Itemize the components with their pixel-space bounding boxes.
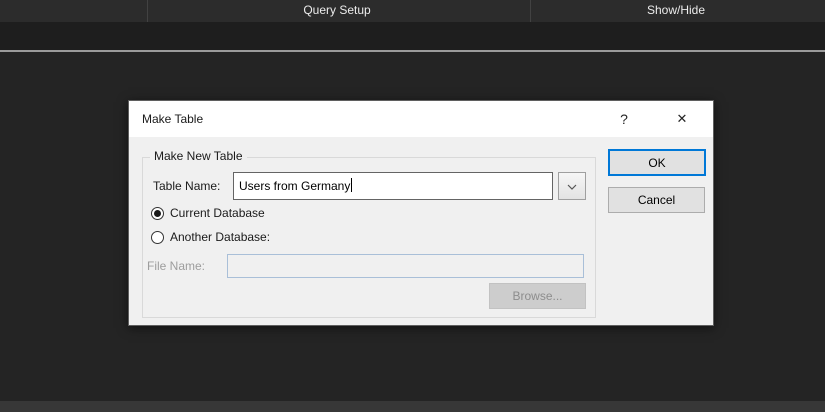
file-name-input[interactable] xyxy=(227,254,584,278)
ribbon-group-separator xyxy=(530,0,531,22)
radio-another-database[interactable]: Another Database: xyxy=(151,230,270,244)
close-icon[interactable]: ✕ xyxy=(667,101,697,137)
ribbon-lower-strip xyxy=(0,22,825,50)
cancel-button[interactable]: Cancel xyxy=(608,187,705,213)
ribbon-group-strip: Query Setup Show/Hide xyxy=(0,0,825,22)
table-name-value: Users from Germany xyxy=(239,179,350,193)
text-cursor xyxy=(351,178,352,192)
ribbon-group-query-setup: Query Setup xyxy=(303,0,370,22)
ribbon-group-separator xyxy=(147,0,148,22)
file-name-label: File Name: xyxy=(147,254,205,278)
status-bar-strip xyxy=(0,401,825,412)
ribbon-group-show-hide: Show/Hide xyxy=(647,0,705,22)
browse-button[interactable]: Browse... xyxy=(489,283,586,309)
radio-current-database-label: Current Database xyxy=(170,206,265,220)
radio-unselected-icon xyxy=(151,231,164,244)
radio-current-database[interactable]: Current Database xyxy=(151,206,265,220)
table-name-input[interactable]: Users from Germany xyxy=(233,172,553,200)
groupbox-title: Make New Table xyxy=(150,149,247,163)
dialog-title: Make Table xyxy=(142,101,203,137)
radio-another-database-label: Another Database: xyxy=(170,230,270,244)
chevron-down-icon xyxy=(567,179,577,193)
ok-button[interactable]: OK xyxy=(608,149,706,176)
table-name-label: Table Name: xyxy=(153,172,220,200)
dialog-title-bar[interactable]: Make Table ? ✕ xyxy=(129,101,713,137)
table-name-combobox: Users from Germany xyxy=(233,172,586,200)
radio-selected-icon xyxy=(151,207,164,220)
app-window: Query Setup Show/Hide Make Table ? ✕ Mak… xyxy=(0,0,825,412)
make-table-dialog: Make Table ? ✕ Make New Table Table Name… xyxy=(128,100,714,326)
ribbon-bottom-border xyxy=(0,50,825,52)
help-icon[interactable]: ? xyxy=(609,101,639,137)
table-name-dropdown-button[interactable] xyxy=(558,172,586,200)
